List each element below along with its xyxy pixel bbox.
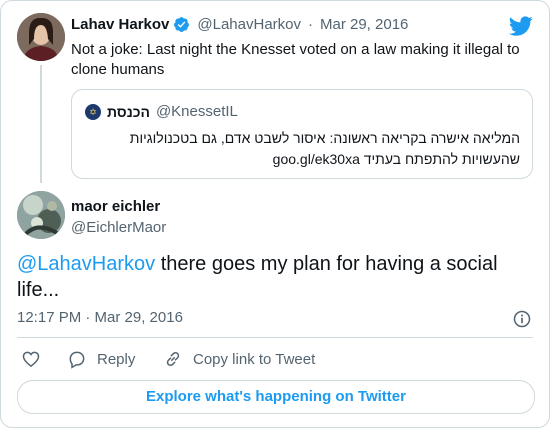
reply-label: Reply — [97, 350, 136, 368]
original-tweet-date[interactable]: Mar 29, 2016 — [320, 16, 408, 33]
reply-author-handle[interactable]: @EichlerMaor — [71, 219, 166, 236]
explore-button[interactable]: Explore what's happening on Twitter — [17, 380, 535, 414]
reply-author-name[interactable]: maor eichler — [71, 198, 160, 215]
heart-icon — [22, 351, 40, 367]
copy-link-label: Copy link to Tweet — [193, 350, 316, 368]
knesset-emblem-icon: ✡ — [85, 103, 101, 120]
like-button[interactable] — [21, 349, 41, 369]
meta-separator: · — [308, 16, 313, 33]
quoted-tweet-text: המליאה אישרה בקריאה ראשונה: איסור לשבט א… — [129, 130, 520, 167]
reply-timestamp[interactable]: 12:17 PM · Mar 29, 2016 — [17, 309, 183, 326]
quoted-author-name: הכנסת — [107, 103, 150, 120]
quoted-tweet[interactable]: ✡ הכנסת @KnessetIL המליאה אישרה בקריאה ר… — [71, 89, 533, 179]
original-author-name[interactable]: Lahav Harkov — [71, 16, 169, 33]
info-icon[interactable] — [512, 309, 532, 329]
original-tweet-header: Lahav Harkov @LahavHarkov · Mar 29, 2016 — [71, 16, 408, 33]
mention-link[interactable]: @LahavHarkov — [17, 253, 155, 275]
quoted-author-handle: @KnessetIL — [155, 103, 238, 120]
speech-bubble-icon — [69, 351, 85, 369]
maor-eichler-avatar[interactable] — [17, 191, 65, 239]
original-tweet-text: Not a joke: Last night the Knesset voted… — [71, 41, 520, 78]
quoted-tweet-header: ✡ הכנסת @KnessetIL — [85, 103, 238, 120]
reply-tweet-text: @LahavHarkov there goes my plan for havi… — [17, 251, 527, 303]
link-icon — [166, 351, 180, 367]
divider — [17, 337, 533, 338]
twitter-bird-icon[interactable] — [509, 14, 533, 38]
verified-badge-icon — [174, 17, 190, 32]
lahav-harkov-avatar[interactable] — [17, 13, 65, 61]
thread-connector-line — [40, 65, 42, 183]
copy-link-button[interactable]: Copy link to Tweet — [163, 349, 315, 369]
tweet-card: Lahav Harkov @LahavHarkov · Mar 29, 2016… — [0, 0, 550, 428]
original-author-handle[interactable]: @LahavHarkov — [197, 16, 301, 33]
reply-button[interactable]: Reply — [67, 349, 135, 369]
